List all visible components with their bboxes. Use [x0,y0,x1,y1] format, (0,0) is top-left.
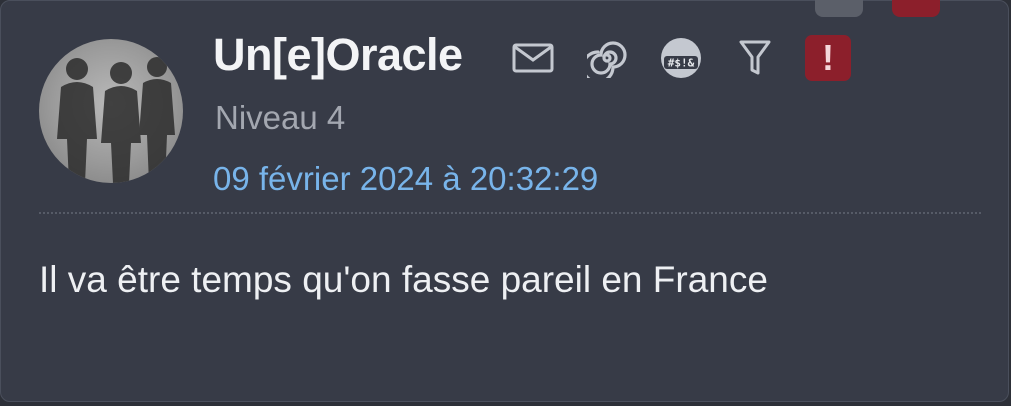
post-message: Il va être temps qu'on fasse pareil en F… [39,259,768,300]
hidden-top-alert-button[interactable] [892,0,940,17]
censored-text: #$!& [668,57,695,70]
hidden-top-action-button[interactable] [815,0,863,17]
spiral-icon[interactable] [583,34,631,82]
post-timestamp-link[interactable]: 09 février 2024 à 20:32:29 [213,160,598,198]
filter-icon[interactable] [731,34,779,82]
censored-emoji-icon[interactable]: #$!& [657,34,705,82]
alert-icon[interactable]: ! [805,35,851,81]
post-actions: #$!& ! [509,33,851,83]
avatar-silhouettes-image [57,57,175,183]
forum-post-card: Un[e]Oracle #$!& ! Niveau 4 09 février 2… [0,0,1009,402]
username[interactable]: Un[e]Oracle [213,29,463,81]
divider [39,212,981,214]
avatar[interactable] [39,39,183,183]
mail-icon[interactable] [509,34,557,82]
user-level: Niveau 4 [215,99,346,136]
